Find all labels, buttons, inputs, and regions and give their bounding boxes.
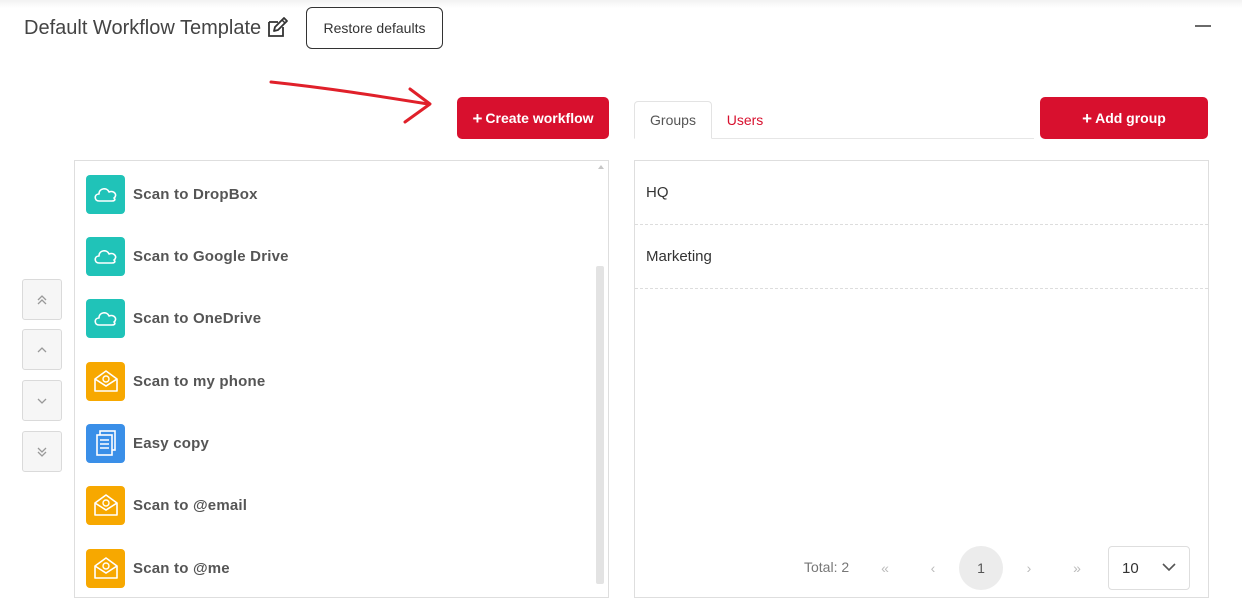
move-up-button[interactable]: [22, 329, 62, 370]
workflow-item-onedrive[interactable]: Scan to OneDrive: [86, 298, 261, 338]
group-name: Marketing: [646, 248, 712, 265]
list-scrollbar[interactable]: [596, 266, 604, 584]
group-row-marketing[interactable]: Marketing: [635, 225, 1208, 289]
double-chevron-up-icon: [37, 294, 47, 304]
move-to-bottom-button[interactable]: [22, 431, 62, 472]
minus-icon[interactable]: [1195, 18, 1211, 32]
tab-groups[interactable]: Groups: [634, 101, 712, 139]
document-copy-icon: [86, 423, 125, 463]
workflow-item-easy-copy[interactable]: Easy copy: [86, 423, 209, 463]
add-group-label: Add group: [1095, 110, 1166, 126]
workflow-item-my-phone[interactable]: Scan to my phone: [86, 361, 265, 401]
top-shadow: [0, 0, 1242, 8]
workflow-item-email[interactable]: Scan to @email: [86, 485, 247, 525]
tab-bar: Groups Users: [634, 101, 1034, 139]
chevron-down-icon: [37, 398, 47, 404]
chevron-up-icon: [37, 346, 47, 352]
next-page-button[interactable]: ›: [1007, 546, 1051, 590]
first-page-button[interactable]: «: [863, 546, 907, 590]
move-down-button[interactable]: [22, 380, 62, 421]
group-row-hq[interactable]: HQ: [635, 161, 1208, 225]
email-envelope-icon: [86, 548, 125, 588]
workflow-label: Scan to DropBox: [133, 185, 258, 203]
create-workflow-button[interactable]: + Create workflow: [457, 97, 609, 139]
plus-icon: +: [1082, 108, 1093, 128]
workflow-label: Scan to my phone: [133, 372, 266, 390]
workflow-label: Easy copy: [133, 434, 210, 452]
create-workflow-label: Create workflow: [485, 110, 594, 126]
page-size-select[interactable]: 10: [1108, 546, 1190, 590]
workflow-label: Scan to @me: [133, 559, 230, 577]
workflow-label: Scan to Google Drive: [133, 247, 289, 265]
workflow-item-me[interactable]: Scan to @me: [86, 548, 230, 588]
add-group-button[interactable]: + Add group: [1040, 97, 1208, 139]
pagination: Total: 2 « ‹ 1 › » 10: [634, 546, 1209, 590]
total-count: Total: 2: [804, 559, 850, 575]
scroll-up-arrow-icon[interactable]: [598, 165, 604, 169]
workflow-item-google-drive[interactable]: Scan to Google Drive: [86, 236, 289, 276]
groups-list: HQ Marketing: [634, 160, 1209, 598]
page-number-current[interactable]: 1: [959, 546, 1003, 590]
cloud-icon: [86, 298, 125, 338]
double-chevron-down-icon: [37, 447, 47, 457]
plus-icon: +: [472, 108, 483, 128]
email-envelope-icon: [86, 361, 125, 401]
restore-defaults-button[interactable]: Restore defaults: [306, 7, 443, 49]
workflow-label: Scan to @email: [133, 496, 248, 514]
workflow-label: Scan to OneDrive: [133, 309, 262, 327]
workflow-item-dropbox[interactable]: Scan to DropBox: [86, 174, 258, 214]
email-envelope-icon: [86, 485, 125, 525]
cloud-icon: [86, 174, 125, 214]
page-size-value: 10: [1122, 560, 1139, 577]
tab-users[interactable]: Users: [712, 101, 778, 139]
group-name: HQ: [646, 184, 669, 201]
move-to-top-button[interactable]: [22, 279, 62, 320]
annotation-arrow-icon: [269, 80, 432, 124]
page-title: Default Workflow Template: [24, 17, 262, 39]
prev-page-button[interactable]: ‹: [911, 546, 955, 590]
edit-icon[interactable]: [265, 16, 289, 40]
cloud-icon: [86, 236, 125, 276]
last-page-button[interactable]: »: [1055, 546, 1099, 590]
chevron-down-icon: [1162, 563, 1176, 572]
workflow-list[interactable]: Scan to DropBox Scan to Google Drive Sca…: [74, 160, 609, 598]
